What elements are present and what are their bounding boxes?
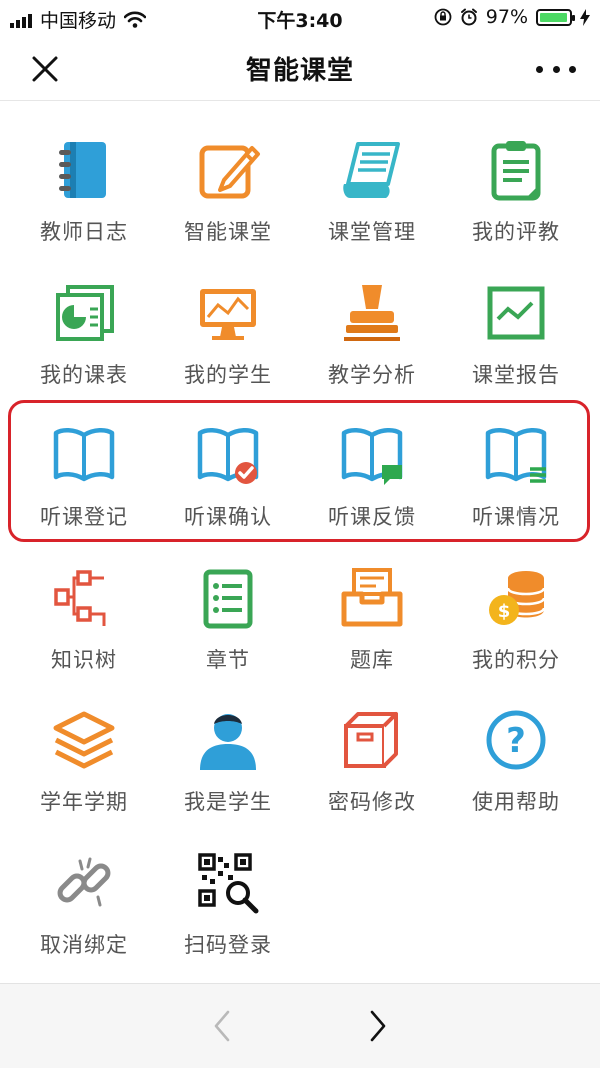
- grid-item-label: 我的评教: [472, 220, 560, 244]
- forward-arrow-icon[interactable]: [362, 1008, 392, 1044]
- clipboard-icon: [491, 141, 541, 201]
- layers-icon: [53, 711, 115, 769]
- coins-icon: $: [489, 570, 546, 625]
- grid-item-label: 扫码登录: [184, 932, 272, 957]
- grid-item[interactable]: 扫码登录: [156, 831, 300, 974]
- grid-item-label: 我的积分: [472, 647, 560, 672]
- grid-item[interactable]: 智能课堂: [156, 118, 300, 261]
- grid-item-label: 智能课堂: [184, 220, 272, 244]
- more-options-icon[interactable]: [536, 52, 576, 86]
- grid-item-label: 教学分析: [328, 362, 416, 387]
- inbox-icon: [341, 567, 403, 626]
- svg-text:?: ?: [506, 721, 526, 761]
- grid-item[interactable]: 我的学生: [156, 261, 300, 404]
- help-icon: ?: [486, 710, 546, 770]
- grid-item[interactable]: 知识树: [12, 546, 156, 689]
- monitor-chart-icon: [200, 288, 256, 340]
- grid-item-label: 我是学生: [184, 790, 272, 814]
- grid-item[interactable]: $ 我的积分: [444, 546, 588, 689]
- stamp-icon: [344, 284, 400, 341]
- grid-item[interactable]: 我的课表: [12, 261, 156, 404]
- grid-item-label: 章节: [206, 647, 250, 672]
- grid-item[interactable]: 教学分析: [300, 261, 444, 404]
- tree-structure-icon: [54, 569, 106, 626]
- page-title: 智能课堂: [245, 56, 354, 86]
- box-icon: [344, 712, 398, 768]
- grid-item-label: 学年学期: [40, 790, 128, 814]
- grid-item-label: 取消绑定: [40, 932, 128, 957]
- grid-item[interactable]: 教师日志: [12, 118, 156, 261]
- grid-item[interactable]: 课堂报告: [444, 261, 588, 404]
- grid-item-label: 知识树: [51, 647, 117, 672]
- student-icon: [200, 714, 256, 770]
- battery-percent: 97%: [485, 6, 528, 28]
- grid-item[interactable]: 章节: [156, 546, 300, 689]
- highlight-box: [8, 400, 590, 542]
- orientation-lock-icon: [434, 8, 452, 26]
- grid-item-label: 我的学生: [184, 362, 272, 387]
- grid-item[interactable]: ? 使用帮助: [444, 688, 588, 831]
- grid-item[interactable]: 学年学期: [12, 688, 156, 831]
- report-chart-icon: [487, 286, 545, 339]
- grid-item[interactable]: 我是学生: [156, 688, 300, 831]
- back-arrow-icon[interactable]: [208, 1008, 238, 1044]
- grid-item-label: 密码修改: [328, 790, 416, 814]
- bottom-toolbar: [0, 983, 600, 1068]
- grid-item[interactable]: 我的评教: [444, 118, 588, 261]
- scroll-icon: [343, 142, 400, 198]
- grid-item-label: 课堂管理: [328, 220, 416, 244]
- alarm-icon: [460, 8, 477, 26]
- grid-item[interactable]: 课堂管理: [300, 118, 444, 261]
- grid-item-label: 题库: [350, 647, 394, 672]
- grid-item-label: 使用帮助: [472, 790, 560, 814]
- grid-item-label: 课堂报告: [472, 362, 560, 387]
- grid-item[interactable]: 取消绑定: [12, 831, 156, 974]
- pencil-pad-icon: [199, 145, 260, 199]
- grid-item[interactable]: 题库: [300, 546, 444, 689]
- status-bar: 中国移动 下午3:40 97%: [0, 0, 600, 36]
- grid-item-label: 教师日志: [40, 220, 128, 244]
- charging-icon: [580, 8, 590, 26]
- function-grid: 教师日志 智能课堂 课堂管理 我的评教 我的课表 我的学生 教学分析 课堂报告 听课登记 听课确认…: [12, 118, 588, 973]
- grid-item-label: 我的课表: [40, 362, 128, 387]
- svg-text:$: $: [498, 601, 511, 622]
- grid-item[interactable]: 密码修改: [300, 688, 444, 831]
- notebook-icon: [59, 142, 106, 198]
- schedule-chart-icon: [56, 284, 114, 341]
- list-icon: [203, 569, 253, 628]
- qr-scan-icon: [198, 852, 259, 913]
- broken-link-icon: [57, 857, 111, 906]
- battery-icon: [536, 8, 575, 26]
- nav-bar: 智能课堂: [0, 36, 600, 101]
- status-right: 97%: [434, 6, 590, 28]
